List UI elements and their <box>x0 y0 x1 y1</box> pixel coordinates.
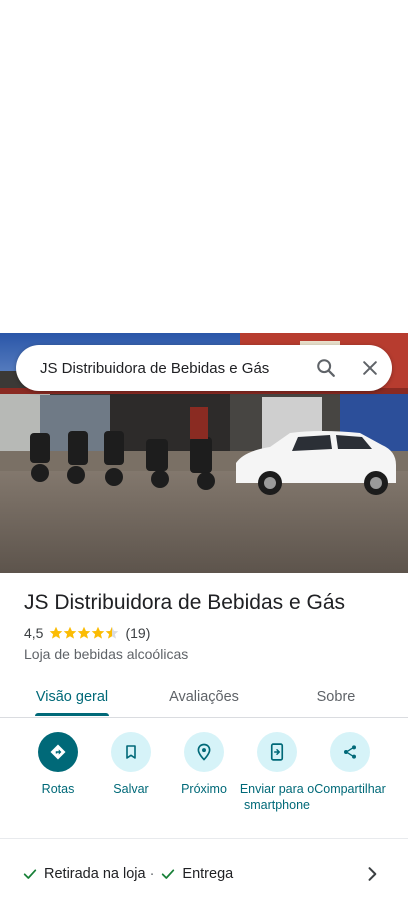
tab-bar: Visão geral Avaliações Sobre <box>0 676 408 718</box>
nearby-icon <box>184 732 224 772</box>
tab-reviews[interactable]: Avaliações <box>144 676 264 718</box>
place-category: Loja de bebidas alcoólicas <box>24 646 189 662</box>
search-bar[interactable]: JS Distribuidora de Bebidas e Gás <box>16 345 392 391</box>
rating-row[interactable]: 4,5 (19) <box>24 625 150 641</box>
delivery-option: Entrega <box>182 866 234 882</box>
action-label: Enviar para o smartphone <box>239 782 315 812</box>
action-label: Compartilhar <box>314 782 386 796</box>
review-count: (19) <box>125 625 151 641</box>
tab-label: Avaliações <box>169 689 239 705</box>
pickup-option: Retirada na loja <box>44 866 146 882</box>
star-icon <box>50 626 63 639</box>
active-tab-indicator <box>35 713 109 716</box>
share-button[interactable]: Compartilhar <box>310 732 390 797</box>
rating-value: 4,5 <box>24 625 44 641</box>
star-rating <box>49 626 119 640</box>
star-icon <box>78 626 91 639</box>
action-label: Próximo <box>181 782 227 796</box>
place-title: JS Distribuidora de Bebidas e Gás <box>24 591 345 614</box>
half-star-icon <box>106 626 119 639</box>
action-label: Rotas <box>41 782 75 796</box>
tab-label: Visão geral <box>35 689 109 705</box>
separator: · <box>149 866 155 882</box>
search-icon[interactable] <box>304 345 348 391</box>
chevron-right-icon[interactable] <box>362 864 382 884</box>
map-blank-area <box>0 0 408 333</box>
bookmark-icon <box>111 732 151 772</box>
divider <box>0 838 408 839</box>
star-icon <box>92 626 105 639</box>
directions-icon <box>38 732 78 772</box>
directions-button[interactable]: Rotas <box>18 732 98 797</box>
tab-overview[interactable]: Visão geral <box>12 676 132 718</box>
close-icon[interactable] <box>348 345 392 391</box>
check-icon <box>160 866 176 882</box>
action-label: Salvar <box>113 782 149 796</box>
share-icon <box>330 732 370 772</box>
save-button[interactable]: Salvar <box>91 732 171 797</box>
service-options[interactable]: Retirada na loja · Entrega <box>22 866 233 882</box>
send-to-phone-icon <box>257 732 297 772</box>
star-icon <box>64 626 77 639</box>
check-icon <box>22 866 38 882</box>
send-to-phone-button[interactable]: Enviar para o smartphone <box>237 732 317 813</box>
tab-about[interactable]: Sobre <box>276 676 396 718</box>
nearby-button[interactable]: Próximo <box>164 732 244 797</box>
search-input[interactable]: JS Distribuidora de Bebidas e Gás <box>40 360 304 377</box>
tab-label: Sobre <box>316 689 356 705</box>
